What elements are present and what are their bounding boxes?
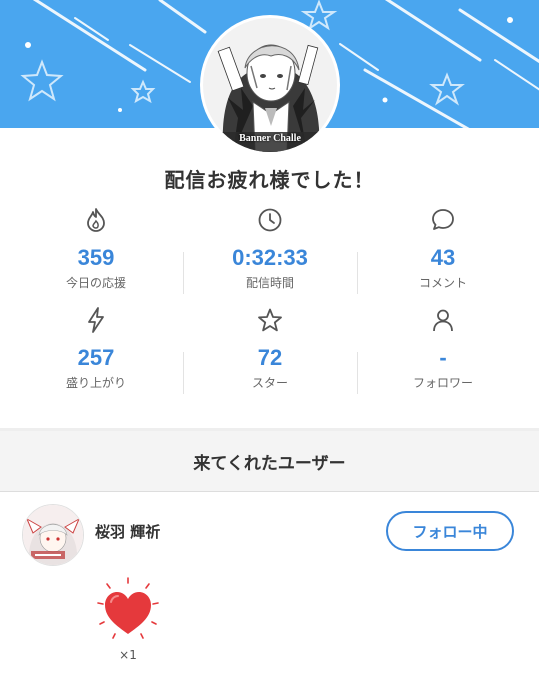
visitor-list-item[interactable]: 桜羽 輝祈 フォロー中 <box>0 492 539 572</box>
stat-followers: - フォロワー <box>353 305 533 395</box>
stat-label: 今日の応援 <box>65 276 126 290</box>
avatar[interactable] <box>22 504 84 566</box>
stat-stars: 72 スター <box>180 305 360 395</box>
gift-item: ×1 <box>95 576 161 666</box>
stat-value: 257 <box>77 345 115 370</box>
clock-icon <box>180 205 360 235</box>
star-icon <box>180 305 360 335</box>
stat-value: 359 <box>77 245 115 270</box>
stat-value: 0:32:33 <box>232 245 308 270</box>
gift-count: ×1 <box>119 648 137 662</box>
stat-stream-time: 0:32:33 配信時間 <box>180 205 360 295</box>
streamer-avatar-art <box>203 18 337 152</box>
following-button[interactable]: フォロー中 <box>386 511 514 551</box>
lightning-icon <box>6 305 186 335</box>
stat-label: コメント <box>418 276 467 290</box>
stat-excitement: 257 盛り上がり <box>6 305 186 395</box>
stat-value: - <box>439 345 447 370</box>
user-name[interactable]: 桜羽 輝祈 <box>95 521 160 542</box>
stat-label: フォロワー <box>412 376 473 390</box>
visitors-header: 来てくれたユーザー <box>0 431 539 492</box>
stat-value: 43 <box>430 245 456 270</box>
stat-value: 72 <box>257 345 283 370</box>
streamer-avatar: Banner Challe <box>203 18 337 152</box>
flame-icon <box>6 205 186 235</box>
stat-label: 盛り上がり <box>65 376 126 390</box>
user-avatar-art <box>23 505 83 565</box>
stream-summary-screen: Banner Challe 配信お疲れ様でした！ 359 今日の応援 0:32:… <box>0 0 539 680</box>
stat-label: スター <box>251 376 288 390</box>
stat-comments: 43 コメント <box>353 205 533 295</box>
stat-today-support: 359 今日の応援 <box>6 205 186 295</box>
comment-icon <box>353 205 533 235</box>
heart-icon <box>97 577 159 639</box>
avatar-caption: Banner Challe <box>239 133 301 144</box>
page-title: 配信お疲れ様でした！ <box>164 168 375 192</box>
stat-label: 配信時間 <box>245 276 294 290</box>
person-icon <box>353 305 533 335</box>
stats-grid: 359 今日の応援 0:32:33 配信時間 43 コメント 257 盛り上がり… <box>0 205 539 400</box>
